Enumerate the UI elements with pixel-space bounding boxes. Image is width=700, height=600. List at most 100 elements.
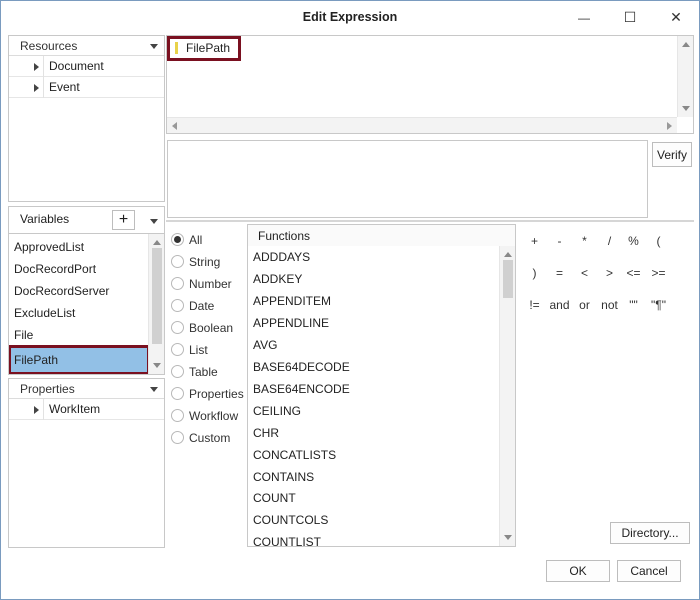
operator-button[interactable]: "" — [621, 298, 646, 312]
expand-arrow-icon[interactable] — [34, 406, 39, 414]
resources-header[interactable]: Resources — [9, 36, 164, 56]
radio-icon[interactable] — [171, 343, 184, 356]
function-item[interactable]: ADDKEY — [248, 268, 500, 290]
function-item[interactable]: AVG — [248, 334, 500, 356]
plus-icon: + — [118, 211, 129, 228]
category-date[interactable]: Date — [167, 295, 245, 317]
variable-item[interactable]: ExcludeList — [9, 302, 149, 324]
operator-button[interactable]: "¶" — [646, 298, 671, 312]
resources-item-document[interactable]: Document — [9, 56, 164, 77]
category-table[interactable]: Table — [167, 361, 245, 383]
expression-vscrollbar[interactable] — [677, 36, 693, 117]
operator-button[interactable]: != — [522, 298, 547, 312]
category-all[interactable]: All — [167, 229, 245, 251]
expand-arrow-icon[interactable] — [34, 84, 39, 92]
operator-button[interactable]: or — [572, 298, 597, 312]
variable-item[interactable]: ApprovedList — [9, 236, 149, 258]
scroll-down-icon[interactable] — [504, 535, 512, 540]
scroll-up-icon[interactable] — [504, 252, 512, 257]
category-workflow[interactable]: Workflow — [167, 405, 245, 427]
function-item[interactable]: APPENDITEM — [248, 290, 500, 312]
function-item[interactable]: CEILING — [248, 400, 500, 422]
expression-editor[interactable]: FilePath — [166, 35, 694, 134]
function-item[interactable]: CONCATLISTS — [248, 444, 500, 466]
function-item[interactable]: COUNTLIST — [248, 531, 500, 546]
expression-hscrollbar[interactable] — [167, 117, 677, 133]
operator-button[interactable]: >= — [646, 266, 671, 280]
cancel-button-label: Cancel — [630, 564, 668, 578]
radio-icon[interactable] — [171, 431, 184, 444]
functions-header: Functions — [247, 224, 516, 247]
radio-checked-icon[interactable] — [171, 233, 184, 246]
ok-button[interactable]: OK — [546, 560, 610, 582]
scroll-up-icon[interactable] — [153, 240, 161, 245]
operator-button[interactable]: ) — [522, 266, 547, 280]
close-button[interactable]: ✕ — [653, 1, 699, 34]
function-item[interactable]: ADDDAYS — [248, 246, 500, 268]
category-label: String — [189, 255, 221, 269]
category-list[interactable]: List — [167, 339, 245, 361]
verify-button-label: Verify — [656, 147, 687, 162]
chevron-down-icon — [150, 44, 158, 49]
scroll-down-icon[interactable] — [682, 106, 690, 111]
add-variable-button[interactable]: + — [112, 210, 135, 230]
category-custom[interactable]: Custom — [167, 427, 245, 449]
function-item[interactable]: COUNT — [248, 488, 500, 509]
verify-result-box — [167, 140, 648, 218]
maximize-button[interactable]: ☐ — [607, 1, 653, 34]
operator-button[interactable]: * — [572, 234, 597, 248]
category-boolean[interactable]: Boolean — [167, 317, 245, 339]
category-label: Boolean — [189, 321, 234, 335]
radio-icon[interactable] — [171, 409, 184, 422]
radio-icon[interactable] — [171, 387, 184, 400]
scroll-up-icon[interactable] — [682, 42, 690, 47]
scroll-down-icon[interactable] — [153, 363, 161, 368]
verify-button[interactable]: Verify — [652, 142, 692, 167]
functions-scrollbar[interactable] — [499, 246, 515, 546]
scrollbar-thumb[interactable] — [503, 260, 513, 298]
variable-item[interactable]: File — [9, 324, 149, 346]
function-item[interactable]: CHR — [248, 422, 500, 444]
operator-button[interactable]: / — [597, 234, 622, 248]
radio-icon[interactable] — [171, 321, 184, 334]
resources-item-event[interactable]: Event — [9, 77, 164, 98]
function-item[interactable]: APPENDLINE — [248, 312, 500, 334]
scroll-left-icon[interactable] — [172, 122, 177, 130]
operator-button[interactable]: = — [547, 266, 572, 280]
operator-button[interactable]: and — [547, 298, 572, 312]
operator-button[interactable]: % — [621, 234, 646, 248]
expand-arrow-icon[interactable] — [34, 63, 39, 71]
directory-button[interactable]: Directory... — [610, 522, 690, 544]
function-item[interactable]: BASE64DECODE — [248, 356, 500, 378]
properties-header[interactable]: Properties — [9, 379, 164, 399]
operator-button[interactable]: ( — [646, 234, 671, 248]
chevron-down-icon[interactable] — [150, 219, 158, 224]
minimize-button[interactable]: — — [561, 1, 607, 34]
operator-button[interactable]: + — [522, 234, 547, 248]
category-string[interactable]: String — [167, 251, 245, 273]
function-item[interactable]: BASE64ENCODE — [248, 378, 500, 400]
operator-button[interactable]: > — [597, 266, 622, 280]
cancel-button[interactable]: Cancel — [617, 560, 681, 582]
properties-item-workitem[interactable]: WorkItem — [9, 399, 164, 420]
category-label: Date — [189, 299, 215, 313]
radio-icon[interactable] — [171, 299, 184, 312]
operator-button[interactable]: < — [572, 266, 597, 280]
radio-icon[interactable] — [171, 255, 184, 268]
operator-button[interactable]: not — [597, 298, 622, 312]
variable-item[interactable]: DocRecordPort — [9, 258, 149, 280]
function-item[interactable]: COUNTCOLS — [248, 509, 500, 531]
operator-button[interactable]: <= — [621, 266, 646, 280]
category-properties[interactable]: Properties — [167, 383, 245, 405]
category-label: Properties — [189, 387, 244, 401]
radio-icon[interactable] — [171, 277, 184, 290]
variable-item-selected[interactable]: FilePath — [9, 345, 150, 374]
scrollbar-thumb[interactable] — [152, 248, 162, 344]
category-number[interactable]: Number — [167, 273, 245, 295]
variable-item[interactable]: DocRecordServer — [9, 280, 149, 302]
variables-scrollbar[interactable] — [148, 234, 164, 374]
radio-icon[interactable] — [171, 365, 184, 378]
operator-button[interactable]: - — [547, 234, 572, 248]
scroll-right-icon[interactable] — [667, 122, 672, 130]
function-item[interactable]: CONTAINS — [248, 466, 500, 488]
